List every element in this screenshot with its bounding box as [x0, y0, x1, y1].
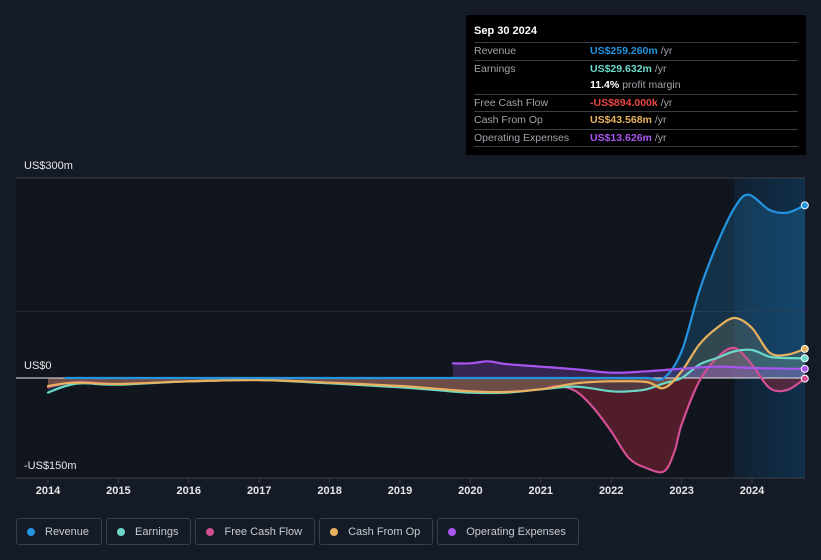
- tooltip-row: 11.4% profit margin: [474, 77, 798, 95]
- tooltip-label: Earnings: [474, 62, 516, 75]
- tooltip-value: US$43.568m: [590, 114, 652, 126]
- tooltip-label: Revenue: [474, 45, 517, 57]
- tooltip-value: US$13.626m: [590, 131, 652, 144]
- tooltip-row: Earnings US$29.632m/yr: [474, 61, 798, 78]
- legend-item-cash-from-op[interactable]: Cash From Op: [319, 518, 434, 545]
- endpoint-earnings: [800, 354, 809, 363]
- x-tick-label: 2018: [317, 485, 342, 497]
- tooltip-unit: /yr: [654, 62, 667, 75]
- tooltip-unit: profit margin: [622, 79, 681, 91]
- tooltip-row: Operating Expenses US$13.626m/yr: [474, 130, 798, 147]
- tooltip-label: Cash From Op: [474, 114, 543, 126]
- tooltip-value: US$259.260m: [590, 45, 658, 57]
- y-tick-label-top: US$300m: [24, 160, 73, 172]
- tooltip-row: Cash From Op US$43.568m/yr: [474, 112, 798, 130]
- x-tick-label: 2016: [176, 485, 202, 497]
- y-tick-label-bottom: -US$150m: [24, 460, 77, 472]
- x-tick-label: 2015: [106, 485, 131, 497]
- legend-dot-icon: [206, 527, 215, 536]
- legend-dot-icon: [330, 527, 339, 536]
- x-tick-label: 2022: [598, 485, 624, 497]
- legend-label: Revenue: [45, 525, 90, 538]
- tooltip-value: US$29.632m: [590, 62, 652, 75]
- chart-legend: Revenue Earnings Free Cash Flow Cash From O…: [16, 518, 579, 545]
- legend-item-operating-expenses[interactable]: Operating Expenses: [437, 518, 579, 545]
- tooltip-value: 11.4%: [590, 79, 620, 91]
- tooltip-label: [474, 77, 590, 94]
- legend-label: Cash From Op: [348, 525, 421, 538]
- tooltip-date: Sep 30 2024: [474, 23, 798, 43]
- legend-label: Free Cash Flow: [224, 525, 303, 538]
- endpoint-free-cash-flow: [800, 374, 809, 383]
- tooltip-label: Operating Expenses: [474, 131, 570, 144]
- tooltip-unit: /yr: [660, 96, 673, 109]
- x-tick-label: 2021: [528, 485, 554, 497]
- y-tick-label-zero: US$0: [24, 360, 52, 372]
- data-tooltip: Sep 30 2024 Revenue US$259.260m/yr Earning…: [466, 15, 806, 155]
- endpoint-cash-from-op: [800, 344, 809, 353]
- legend-label: Operating Expenses: [466, 525, 566, 538]
- x-tick-label: 2020: [458, 485, 483, 497]
- tooltip-label: Free Cash Flow: [474, 96, 549, 109]
- endpoint-revenue: [800, 201, 809, 210]
- tooltip-unit: /yr: [660, 45, 673, 57]
- tooltip-unit: /yr: [654, 114, 667, 126]
- legend-item-free-cash-flow[interactable]: Free Cash Flow: [195, 518, 316, 545]
- x-tick-label: 2017: [246, 485, 272, 497]
- legend-item-revenue[interactable]: Revenue: [16, 518, 103, 545]
- legend-dot-icon: [27, 527, 35, 536]
- tooltip-unit: /yr: [654, 131, 667, 144]
- legend-dot-icon: [448, 527, 457, 536]
- tooltip-value: -US$894.000k: [590, 96, 658, 109]
- legend-item-earnings[interactable]: Earnings: [106, 518, 192, 545]
- x-tick-label: 2014: [35, 485, 61, 497]
- x-tick-label: 2024: [739, 485, 765, 497]
- x-tick-label: 2019: [387, 485, 413, 497]
- legend-dot-icon: [117, 527, 126, 536]
- tooltip-row: Free Cash Flow -US$894.000k/yr: [474, 95, 798, 112]
- endpoint-operating-expenses: [800, 364, 809, 373]
- x-tick-label: 2023: [669, 485, 694, 497]
- tooltip-row: Revenue US$259.260m/yr: [474, 43, 798, 61]
- legend-label: Earnings: [135, 525, 179, 538]
